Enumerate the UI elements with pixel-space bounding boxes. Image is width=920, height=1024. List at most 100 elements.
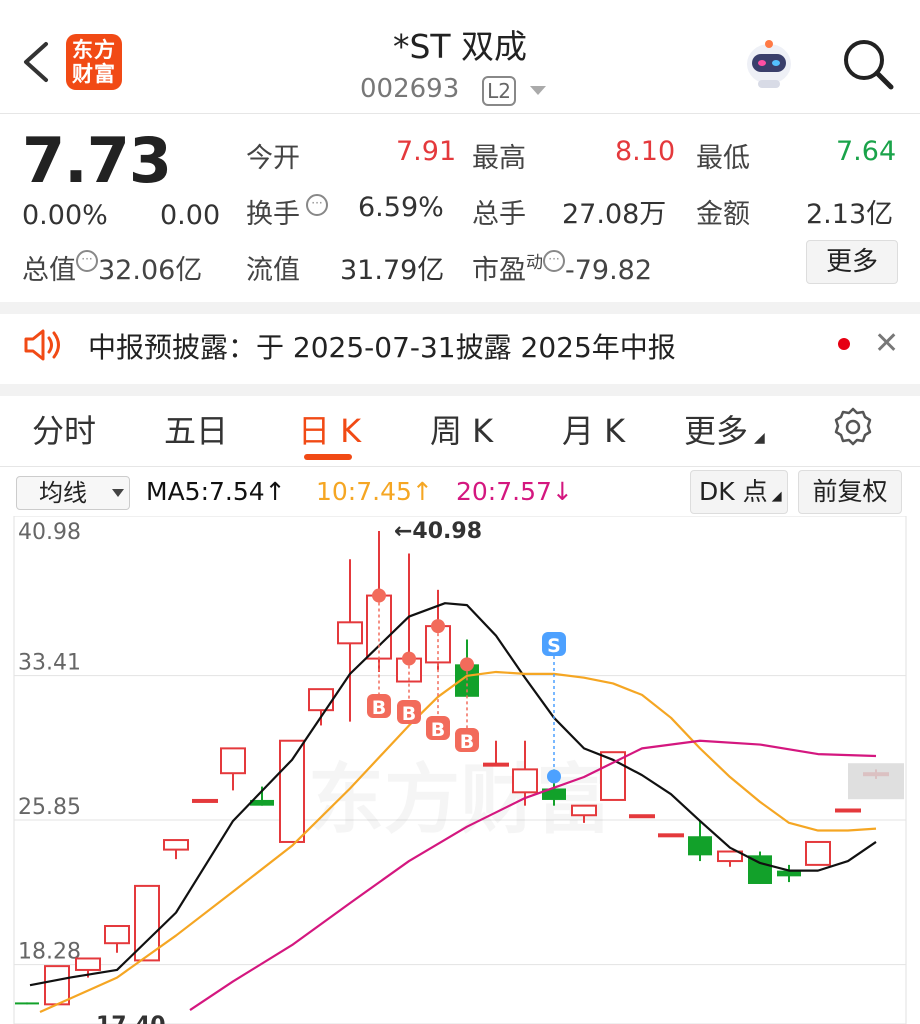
open-value: 7.91 [396,136,457,167]
dk-point-label: DK 点 [699,477,768,506]
candle-body [163,839,189,851]
ma20-value: 20:7.57↓ [456,477,573,506]
buy-signal-dot [372,588,386,603]
candle-body [15,1002,39,1005]
float-cap-label: 流值 [246,255,300,286]
y-tick-label: 18.28 [18,940,81,965]
buy-marker-label: B [372,697,386,719]
candle-body [512,768,538,794]
section-separator [0,384,920,396]
stock-code: 002693 [360,74,460,104]
pe-dynamic-tag: 动 [526,253,543,273]
turnover-label: 换手 ··· [246,192,328,231]
tab-five-day[interactable]: 五日 [164,406,228,452]
market-cap-label: 总值 ··· 32.06亿 [22,248,202,287]
turnover-label-text: 换手 [246,199,300,230]
tab-weekly-k[interactable]: 周 K [430,406,493,452]
candle-body [220,747,246,775]
candle-body [835,808,861,813]
ma10-value: 10:7.45↑ [316,477,433,506]
y-tick-label: 25.85 [18,795,81,820]
latest-price-tag [848,763,904,800]
tab-intraday[interactable]: 分时 [32,406,96,452]
amount-label: 金额 [696,199,750,230]
pe-value: -79.82 [565,255,653,286]
sell-marker-label: S [547,635,561,657]
candle-body [629,814,655,819]
tab-monthly-k[interactable]: 月 K [562,406,625,452]
speaker-icon [22,326,66,368]
low-label: 最低 [696,143,750,174]
buy-marker-label: B [431,719,445,741]
tab-daily-k[interactable]: 日 K [298,406,361,452]
candle-body [483,762,509,767]
more-quote-button[interactable]: 更多 [806,240,898,284]
y-tick-label: 40.98 [18,520,81,545]
unread-dot [838,338,850,350]
change-amount: 0.00 [160,200,221,231]
dropdown-caret-icon [112,489,124,497]
current-price: 7.73 [22,124,172,197]
stock-switch-dropdown-icon[interactable] [530,86,546,95]
candle-body [337,621,363,645]
info-icon[interactable]: ··· [306,194,328,216]
corner-triangle-icon: ◢ [771,489,782,504]
ma5-value: MA5:7.54↑ [146,477,286,506]
candle-body [308,688,334,712]
market-cap-value: 32.06亿 [98,255,203,286]
buy-signal-dot [402,651,416,666]
back-chevron-icon [24,42,48,82]
buy-marker-label: B [460,731,474,753]
level2-badge[interactable]: L2 [482,76,516,106]
active-tab-indicator [304,454,352,460]
header-divider [0,113,920,114]
volume-value: 27.08万 [562,199,667,230]
logo-text-bottom: 财富 [72,62,116,86]
volume-label: 总手 [472,199,526,230]
notice-text[interactable]: 中报预披露：于 2025-07-31披露 2025年中报 [88,326,676,366]
buy-signal-dot [460,657,474,672]
sell-signal-dot [547,769,561,784]
settings-gear-icon[interactable] [832,406,874,452]
candle-body [805,840,831,866]
kline-chart[interactable]: 40.9833.4125.8518.28东方财富BBBBS←40.9817.40 [0,516,920,1024]
candle-body [192,798,218,803]
candle-body [571,804,597,817]
adjust-mode-button[interactable]: 前复权 [798,470,902,514]
low-value: 7.64 [836,136,897,167]
tab-more-label: 更多 [684,412,749,450]
high-price-marker: ←40.98 [394,519,482,544]
buy-marker-label: B [402,703,416,725]
change-percent: 0.00% [22,200,108,231]
candle-body [279,739,305,843]
low-price-marker: 17.40 [96,1013,166,1024]
robot-avatar-icon[interactable] [740,36,798,90]
buy-signal-dot [431,619,445,634]
pe-label-text: 市盈 [472,255,526,286]
y-tick-label: 33.41 [18,651,81,676]
tab-more[interactable]: 更多 ◢ [684,406,765,452]
info-icon[interactable]: ··· [543,250,565,272]
candle-body [688,836,712,856]
candle-body [75,957,101,971]
dk-point-button[interactable]: DK 点 ◢ [690,470,788,514]
section-separator [0,302,920,314]
pe-label: 市盈动 ··· -79.82 [472,248,652,287]
open-label: 今开 [246,143,300,174]
candle-body [44,965,70,1006]
turnover-value: 6.59% [358,192,444,223]
app-logo: 东方 财富 [66,34,122,90]
high-label: 最高 [472,143,526,174]
close-icon[interactable]: ✕ [874,326,899,361]
corner-triangle-icon: ◢ [754,430,765,446]
back-button[interactable] [14,36,58,88]
float-cap-value: 31.79亿 [340,255,445,286]
search-icon [844,40,894,90]
search-button[interactable] [840,36,896,92]
stock-name: *ST 双成 [392,27,528,66]
tabs-divider [0,466,920,467]
amount-value: 2.13亿 [806,199,894,230]
info-icon[interactable]: ··· [76,250,98,272]
candle-body [104,925,130,945]
logo-text-top: 东方 [72,38,116,62]
